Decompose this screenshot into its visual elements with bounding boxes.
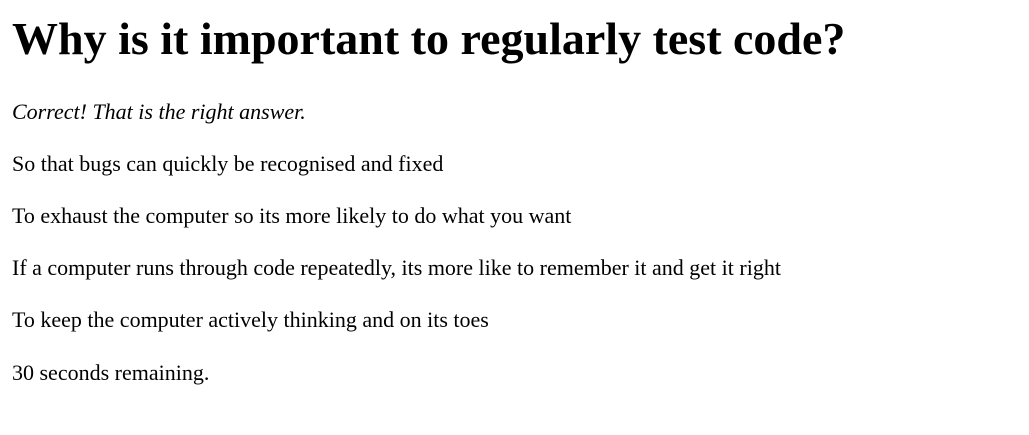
quiz-page: Why is it important to regularly test co… (0, 13, 1029, 386)
question-title: Why is it important to regularly test co… (12, 13, 846, 64)
answer-option-1[interactable]: So that bugs can quickly be recognised a… (12, 151, 1017, 177)
answer-feedback: Correct! That is the right answer. (12, 99, 306, 124)
countdown-timer: 30 seconds remaining. (12, 360, 210, 385)
answer-option-4[interactable]: To keep the computer actively thinking a… (12, 307, 1017, 333)
answer-option-3[interactable]: If a computer runs through code repeated… (12, 255, 1017, 281)
answer-option-2[interactable]: To exhaust the computer so its more like… (12, 203, 1017, 229)
